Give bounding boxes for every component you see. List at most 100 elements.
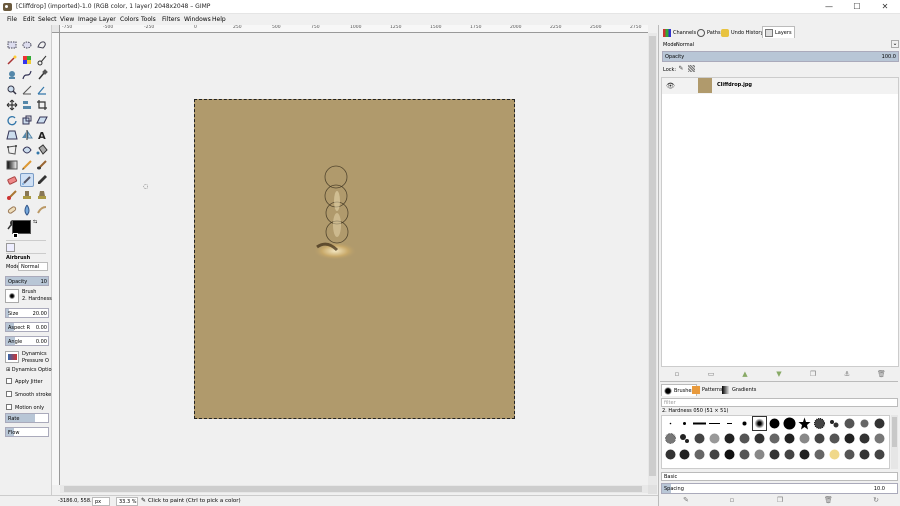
foreground-color-swatch[interactable] [12,220,31,234]
bucket-fill-icon[interactable] [36,144,48,156]
brush-item[interactable] [664,432,677,445]
smooth-stroke-checkbox[interactable] [6,391,12,397]
brush-item[interactable] [828,417,841,430]
brush-item[interactable] [768,417,781,430]
pencil-icon[interactable] [21,159,33,171]
brush-item[interactable] [798,432,811,445]
foreground-select-icon[interactable] [6,69,18,81]
dynamics-preview[interactable] [5,351,19,363]
brush-item[interactable] [858,417,871,430]
shear-icon[interactable] [36,114,48,126]
brush-item[interactable] [753,432,766,445]
menu-colors[interactable]: Colors [120,16,139,23]
delete-brush-icon[interactable]: 🗑 [824,496,833,504]
raise-layer-icon[interactable]: ▲ [741,370,749,378]
paintbrush-icon[interactable] [36,159,48,171]
brush-grid[interactable] [661,415,890,469]
motion-only-checkbox[interactable] [6,404,12,410]
menu-view[interactable]: View [60,16,74,23]
menu-help[interactable]: Help [212,16,226,23]
unit-select[interactable]: px [92,497,110,506]
layer-visibility-eye-icon[interactable]: 👁 [666,82,675,90]
menu-edit[interactable]: Edit [23,16,35,23]
tab-layers[interactable]: Layers [762,26,795,38]
lock-alpha-icon[interactable] [688,65,695,72]
zoom-icon[interactable] [6,84,18,96]
brush-item[interactable] [843,432,856,445]
tab-channels[interactable]: Channels [661,27,698,39]
brush-item[interactable] [753,448,766,461]
brush-item[interactable] [693,432,706,445]
lower-layer-icon[interactable]: ▼ [775,370,783,378]
scale-icon[interactable] [21,114,33,126]
tab-gradients[interactable]: Gradients [720,384,758,396]
brush-item[interactable] [873,417,886,430]
brush-item[interactable] [693,448,706,461]
menu-layer[interactable]: Layer [99,16,116,23]
flip-icon[interactable] [21,129,33,141]
brush-spacing-slider[interactable]: Spacing 10.0 [661,483,898,494]
layers-list[interactable] [661,77,899,367]
brush-item[interactable] [693,417,706,430]
maximize-button[interactable]: ☐ [843,0,871,14]
mode-dropdown-icon[interactable]: ⌄ [891,40,899,48]
crop-icon[interactable] [36,99,48,111]
brush-item[interactable] [783,432,796,445]
brush-item[interactable] [708,432,721,445]
brush-item[interactable] [783,417,796,430]
ink-icon[interactable] [36,174,48,186]
brush-grid-scrollbar[interactable] [891,415,898,469]
menu-image[interactable]: Image [78,16,97,23]
mypaint-brush-icon[interactable] [6,189,18,201]
cage-transform-icon[interactable] [6,144,18,156]
ellipse-select-icon[interactable] [21,39,33,51]
brush-item[interactable] [843,448,856,461]
brush-tag-select[interactable]: Basic [661,472,898,481]
new-brush-icon[interactable]: ▫ [728,496,736,504]
brush-item[interactable] [768,448,781,461]
menu-tools[interactable]: Tools [141,16,156,23]
perspective-icon[interactable] [6,129,18,141]
duplicate-layer-icon[interactable]: ❐ [809,370,817,378]
layer-chain-icon[interactable] [682,80,692,92]
brush-item[interactable] [798,417,811,430]
brush-item[interactable] [768,432,781,445]
brush-item[interactable] [858,432,871,445]
refresh-brushes-icon[interactable]: ↻ [872,496,880,504]
menu-filters[interactable]: Filters [162,16,180,23]
clone-icon[interactable] [21,189,33,201]
brush-item-selected[interactable] [752,416,767,431]
scissors-select-icon[interactable] [36,54,48,66]
apply-jitter-checkbox[interactable] [6,378,12,384]
tab-undo-history[interactable]: Undo History [719,27,765,39]
text-icon[interactable]: A [36,129,48,141]
brush-item[interactable] [723,417,736,430]
perspective-clone-icon[interactable] [36,189,48,201]
brush-item[interactable] [873,432,886,445]
select-by-color-icon[interactable] [21,54,33,66]
brush-item[interactable] [783,448,796,461]
brush-item[interactable] [738,432,751,445]
duplicate-brush-icon[interactable]: ❐ [776,496,784,504]
brush-item[interactable] [708,417,721,430]
brush-item[interactable] [723,432,736,445]
brush-item[interactable] [828,448,841,461]
eraser-icon[interactable] [6,174,18,186]
new-layer-icon[interactable]: ▫ [673,370,681,378]
quick-mask-corner[interactable] [52,25,60,33]
menu-select[interactable]: Select [38,16,57,23]
brush-item[interactable] [723,448,736,461]
fuzzy-select-icon[interactable] [6,54,18,66]
brush-item[interactable] [828,432,841,445]
gradient-icon[interactable] [6,159,18,171]
rect-select-icon[interactable] [6,39,18,51]
warp-transform-icon[interactable] [21,144,33,156]
free-select-icon[interactable] [36,39,48,51]
brush-filter-input[interactable]: filter [661,398,898,407]
edit-brush-icon[interactable]: ✎ [682,496,690,504]
menu-file[interactable]: File [7,16,17,23]
measure-icon[interactable] [21,84,33,96]
brush-item[interactable] [843,417,856,430]
airbrush-icon[interactable] [20,173,34,187]
zoom-select[interactable]: 33.3 % [116,497,138,506]
